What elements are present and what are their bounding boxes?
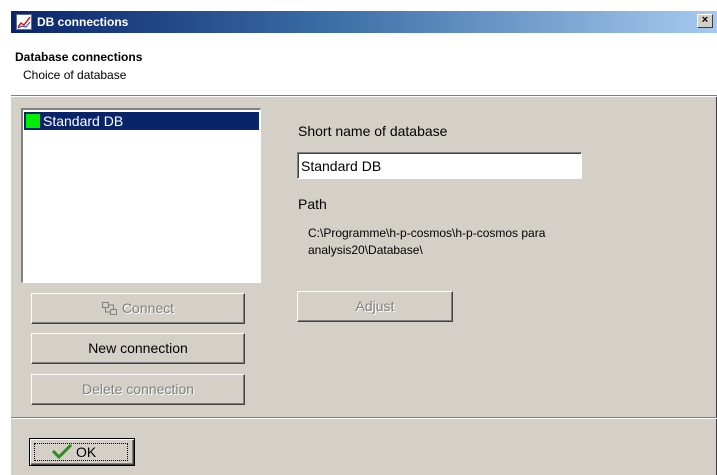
checkmark-icon (52, 444, 72, 460)
app-icon (16, 14, 32, 30)
path-label: Path (298, 196, 327, 212)
new-connection-button[interactable]: New connection (31, 333, 245, 364)
database-list[interactable]: Standard DB (21, 108, 261, 283)
header-title: Database connections (15, 50, 143, 64)
title-bar[interactable]: DB connections × (11, 11, 717, 33)
dialog-header: Database connections Choice of database (11, 33, 717, 96)
delete-connection-button[interactable]: Delete connection (31, 374, 245, 405)
short-name-label: Short name of database (298, 123, 448, 139)
header-subtitle: Choice of database (23, 68, 127, 82)
short-name-input[interactable] (297, 152, 582, 179)
delete-connection-button-label: Delete connection (81, 381, 195, 397)
close-icon: × (701, 14, 709, 26)
db-connections-dialog: DB connections × Database connections Ch… (10, 10, 717, 475)
ok-button[interactable]: OK (29, 438, 135, 466)
path-value: C:\Programme\h-p-cosmos\h-p-cosmos para … (308, 226, 546, 257)
adjust-button[interactable]: Adjust (297, 291, 453, 322)
connection-status-icon (26, 114, 40, 128)
footer-divider (11, 417, 717, 419)
close-button[interactable]: × (697, 14, 713, 28)
connect-button[interactable]: Connect (31, 293, 245, 324)
adjust-button-label: Adjust (355, 298, 395, 314)
new-connection-button-label: New connection (88, 340, 188, 356)
database-list-item[interactable]: Standard DB (24, 112, 259, 130)
connect-button-label: Connect (121, 300, 175, 316)
ok-button-label: OK (76, 444, 97, 460)
connect-icon (101, 301, 117, 315)
database-list-item-label: Standard DB (43, 113, 124, 129)
window-title: DB connections (37, 15, 129, 29)
